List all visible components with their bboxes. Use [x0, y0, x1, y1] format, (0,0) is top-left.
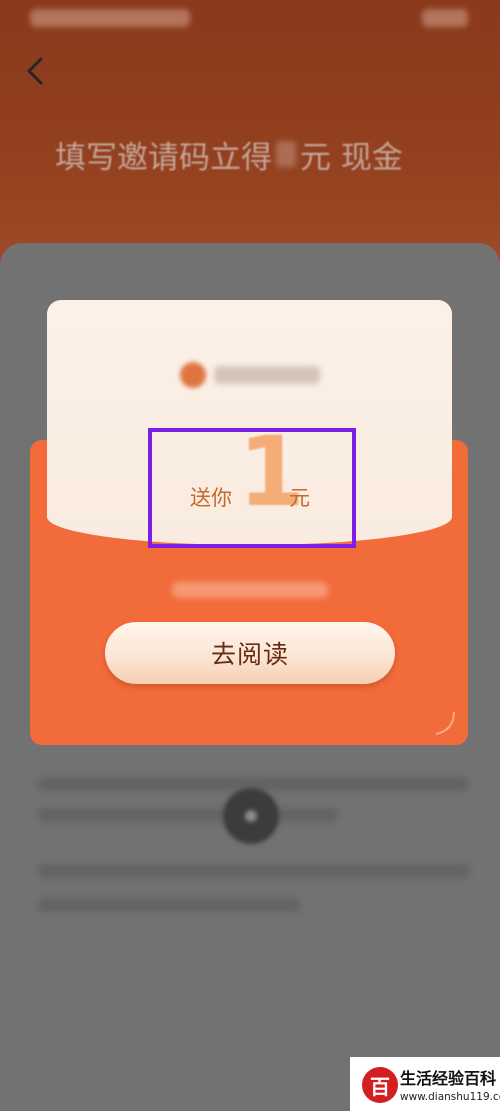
watermark-name: 生活经验百科: [400, 1069, 497, 1088]
back-chevron-icon: [27, 57, 43, 85]
page-title: 填写邀请码立得 元 现金: [55, 134, 403, 176]
title-suffix: 元 现金: [300, 139, 403, 176]
page-header: 填写邀请码立得 元 现金: [0, 0, 500, 275]
watermark: 百 生活经验百科 www.dianshu119.com: [350, 1057, 500, 1111]
dark-circle-icon[interactable]: [223, 788, 279, 844]
status-bar-left: [30, 9, 190, 27]
dark-circle-center: [245, 810, 257, 822]
envelope-subtext-blurred: [172, 582, 328, 598]
back-button[interactable]: [18, 54, 52, 88]
title-blurred-amount: [276, 141, 296, 167]
read-button-label: 去阅读: [210, 640, 289, 669]
envelope-corner-curl: [435, 711, 455, 735]
rules-text-line: [38, 808, 338, 822]
title-prefix: 填写邀请码立得: [55, 139, 272, 176]
read-button[interactable]: 去阅读: [105, 622, 395, 684]
app-logo-icon: [180, 362, 206, 388]
rules-text-line: [38, 898, 300, 912]
watermark-url: www.dianshu119.com: [400, 1091, 500, 1103]
rules-text-line: [38, 864, 470, 878]
status-bar-right: [422, 9, 468, 27]
app-name-blurred: [214, 366, 320, 384]
watermark-logo-icon: 百: [362, 1067, 398, 1103]
annotation-highlight-box: [148, 428, 356, 548]
